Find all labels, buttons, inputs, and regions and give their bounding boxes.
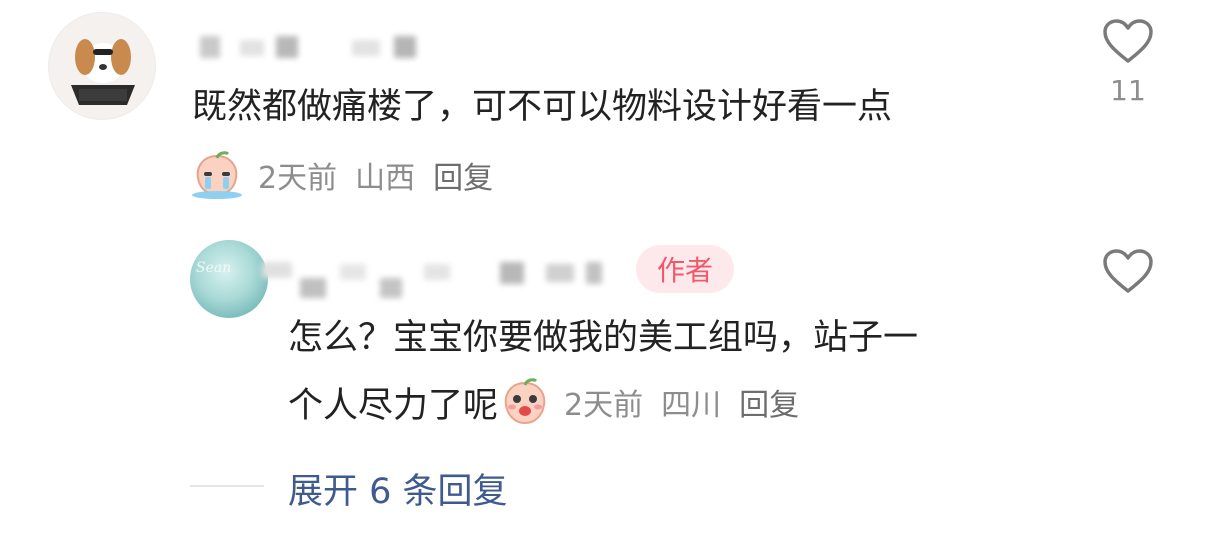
username-redacted (300, 278, 326, 298)
heart-outline-icon (1103, 19, 1153, 63)
heart-outline-icon (1103, 249, 1153, 293)
username-redacted (276, 36, 298, 58)
comment-text-line-2: 个人尽力了呢 (288, 385, 499, 426)
username-redacted (240, 40, 264, 56)
username-redacted (262, 262, 292, 278)
laughing-peach-sticker-icon (504, 378, 546, 425)
dog-laptop-avatar-icon (71, 39, 135, 105)
avatar[interactable]: Sean (190, 240, 268, 318)
expand-replies-button[interactable]: 展开 6 条回复 (288, 463, 508, 514)
expand-divider (190, 485, 264, 487)
comment-time: 2天前 (258, 161, 338, 196)
comment-location: 四川 (661, 388, 722, 423)
comment-meta: 2天前 山西 回复 (190, 150, 493, 200)
like-count: 11 (1110, 74, 1146, 107)
like-button[interactable]: 11 (1100, 18, 1156, 107)
comment-line-2-row: 个人尽力了呢 2天前 四川 回复 (288, 377, 799, 427)
reply-button[interactable]: 回复 (739, 380, 799, 424)
avatar[interactable] (48, 12, 156, 120)
crying-peach-sticker-icon (192, 151, 242, 199)
comment-time: 2天前 (564, 388, 644, 423)
username-redacted (380, 278, 402, 298)
username-redacted (500, 262, 524, 284)
username-redacted (546, 264, 574, 282)
like-button[interactable] (1100, 248, 1156, 294)
username-redacted (424, 264, 450, 280)
comment-location: 山西 (355, 161, 416, 196)
reply-button[interactable]: 回复 (433, 153, 493, 197)
author-badge: 作者 (636, 245, 734, 293)
username-redacted (200, 36, 220, 58)
username-redacted (586, 262, 602, 284)
username-redacted (394, 36, 416, 58)
username-redacted (352, 40, 380, 56)
comment-text-line-1: 怎么？宝宝你要做我的美工组吗，站子一 (288, 318, 919, 358)
username-redacted (340, 264, 366, 280)
comment-text: 既然都做痛楼了，可不可以物料设计好看一点 (192, 87, 893, 127)
avatar-signature: Sean (196, 260, 232, 276)
